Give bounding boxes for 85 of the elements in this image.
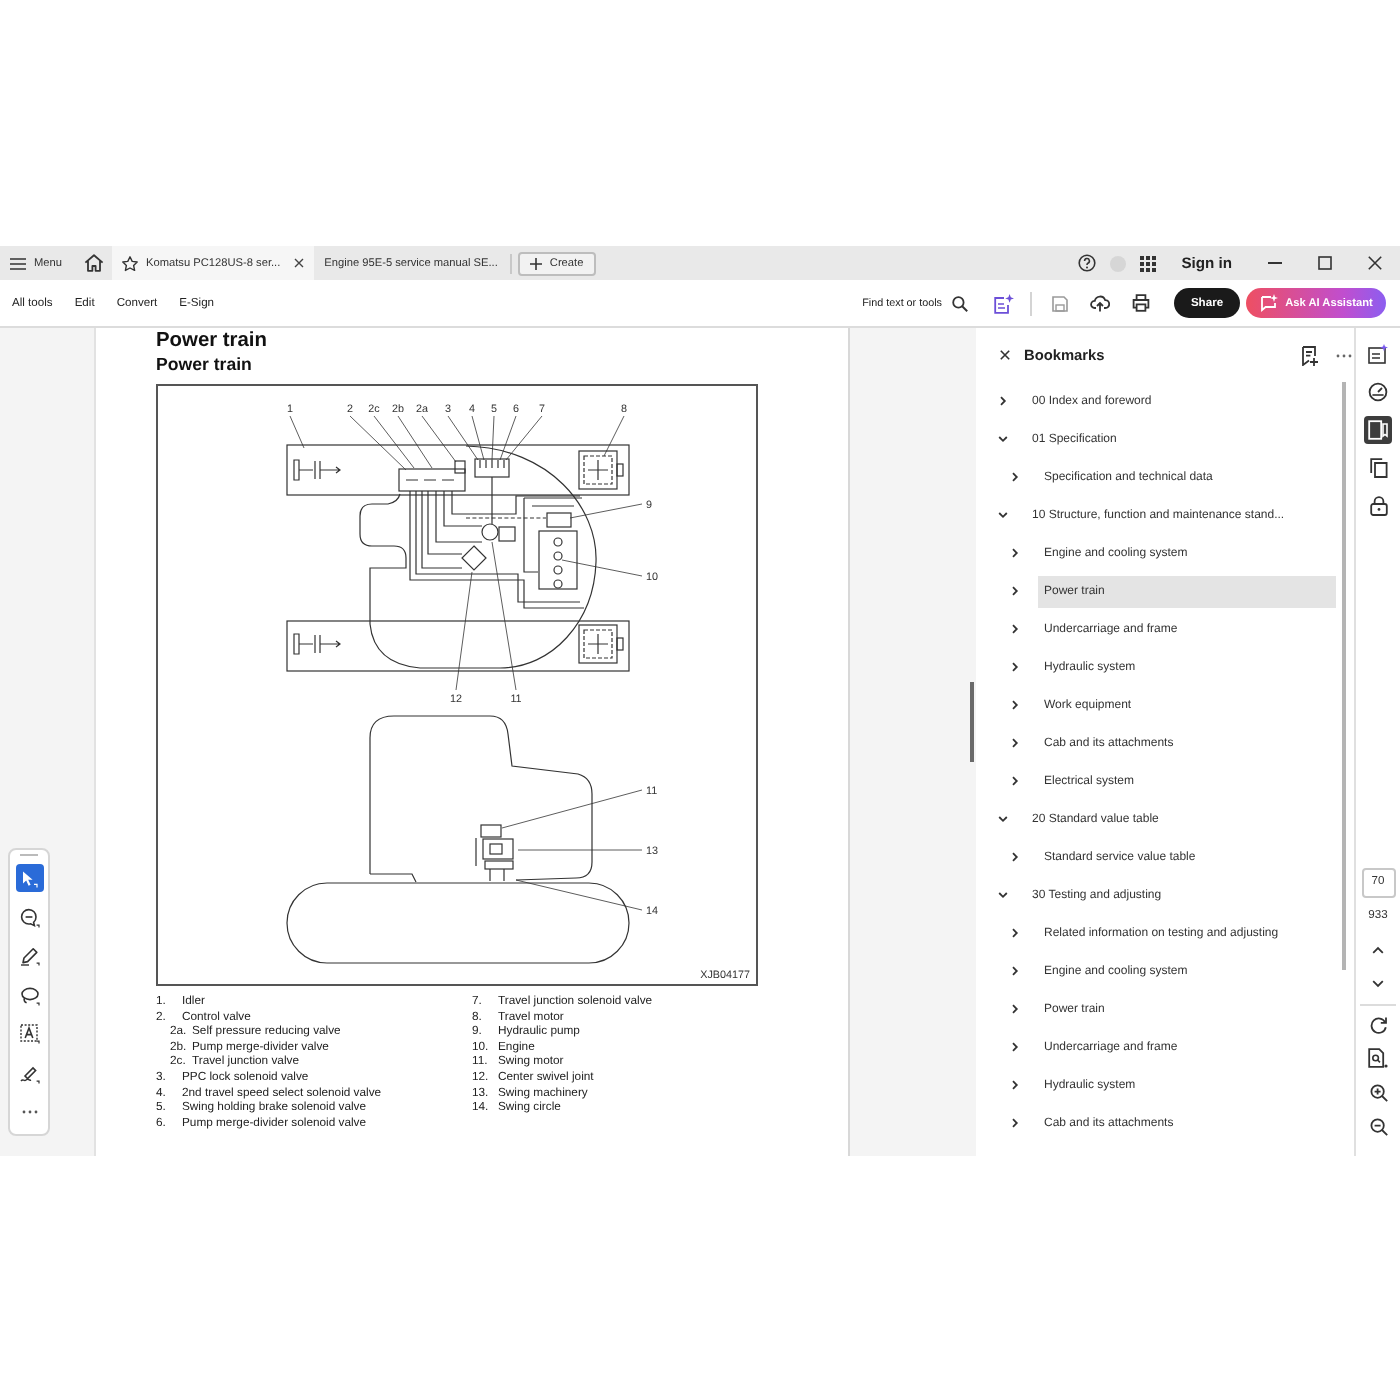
chevron-right-icon[interactable] [1010,738,1020,748]
help-icon [1077,254,1096,272]
sparkle-chat-icon [1259,294,1278,312]
leader-line [515,879,643,911]
chevron-right-icon[interactable] [998,396,1008,406]
chevron-right-icon[interactable] [1010,928,1020,938]
chevron-right-icon[interactable] [1010,776,1020,786]
chevron-down-icon[interactable] [998,890,1008,900]
pages-icon [1369,458,1387,478]
tool-button[interactable] [15,942,43,970]
chevron-right-icon[interactable] [1010,662,1020,672]
apps-button[interactable] [1139,251,1158,275]
menu-icon [10,257,26,269]
chevron-right-icon[interactable] [1010,1042,1020,1052]
minimize-icon [1268,262,1282,264]
chevron-right-icon[interactable] [1010,472,1020,482]
comment-icon [19,907,39,927]
lasso-icon [19,985,39,1005]
gauge-icon [1368,382,1388,402]
maximize-icon [1318,256,1332,270]
chevron-right-icon[interactable] [1010,586,1020,596]
sidebar-tool-button[interactable] [1364,1046,1392,1070]
leader-line [569,503,643,519]
close-icon [1368,256,1382,270]
page-subtitle: Power train [156,354,252,376]
chevron-right-icon[interactable] [1010,852,1020,862]
ai-tool-button[interactable] [992,289,1016,317]
signature-pen-icon [19,1063,39,1083]
leader-line [491,415,495,461]
sidebar-tool-button[interactable] [1364,492,1392,520]
add-bookmark-button[interactable] [1298,343,1320,367]
tool-button[interactable] [15,1020,43,1048]
apps-grid-icon [1140,255,1157,271]
sidebar-tool-button[interactable] [1364,378,1392,406]
chevron-down-icon[interactable] [998,510,1008,520]
chevron-right-icon[interactable] [1010,966,1020,976]
sidebar-tool-button[interactable] [1364,340,1392,368]
chevron-right-icon[interactable] [1010,1080,1020,1090]
leader-line [517,849,643,851]
chevron-right-icon[interactable] [1010,548,1020,558]
print-button[interactable] [1128,289,1152,317]
plus-icon [529,257,542,269]
close-icon [1000,350,1010,360]
pen-icon [19,946,39,966]
bookmark-add-icon [1301,345,1317,365]
leader-line [603,415,625,457]
sidebar-tool-button[interactable] [1364,416,1392,444]
chevron-right-icon[interactable] [1010,700,1020,710]
leader-line [561,559,643,577]
zoom-out-icon [1369,1117,1387,1135]
sidebar-tool-button[interactable] [1364,454,1392,482]
chevron-right-icon[interactable] [1010,624,1020,634]
sparkle-document-icon [994,293,1014,313]
star-icon [122,255,138,271]
chevron-up-icon [1372,946,1384,954]
close-icon[interactable] [294,258,305,268]
rotate-icon [1369,1015,1387,1033]
printer-icon [1131,294,1149,312]
leader-line [421,415,457,463]
leader-line [501,789,643,829]
leader-line [373,415,415,469]
chevron-down-icon[interactable] [998,434,1008,444]
sparkle-document-icon [1368,344,1388,364]
help-button[interactable] [1077,251,1096,275]
chevron-down-icon [1372,980,1384,988]
zoom-in-icon [1369,1083,1387,1101]
home-button[interactable] [82,250,106,276]
lock-icon [1369,496,1387,516]
leader-line [455,571,473,691]
home-icon [84,254,104,272]
bookmark-panel-icon [1368,420,1388,440]
chevron-right-icon[interactable] [1010,1004,1020,1014]
document-search-icon [1368,1048,1388,1068]
chevron-right-icon[interactable] [1010,1118,1020,1128]
cursor-arrow-icon [20,869,38,887]
scrollbar-thumb[interactable] [970,682,974,762]
search-icon [952,295,968,311]
text-box-icon [19,1024,39,1044]
scrollbar-thumb[interactable] [1342,382,1346,970]
chevron-down-icon[interactable] [998,814,1008,824]
page-title: Power train [156,330,267,354]
cloud-upload-icon [1090,294,1110,312]
tool-button[interactable] [15,903,43,931]
save-icon [1052,295,1068,311]
leader-line [289,415,305,449]
